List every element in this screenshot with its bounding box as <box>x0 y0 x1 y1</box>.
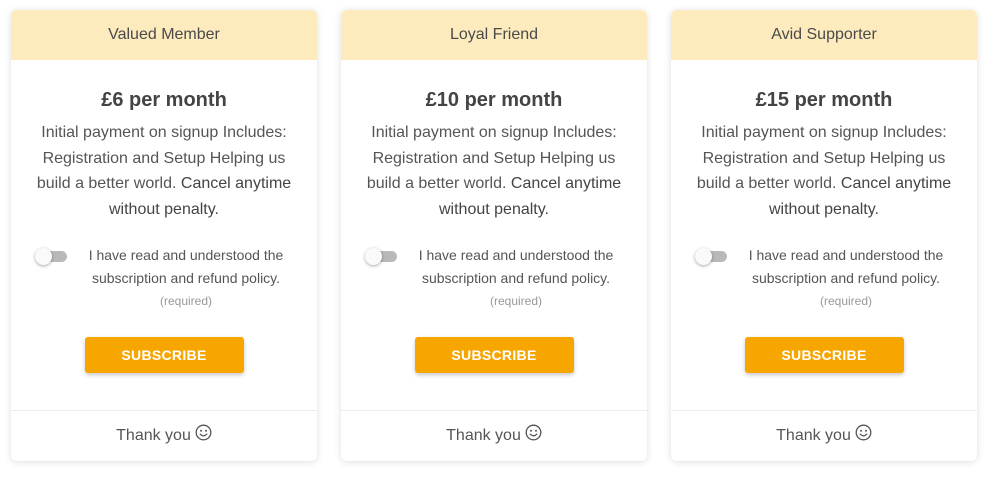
policy-text: I have read and understood the subscript… <box>88 247 284 286</box>
plan-footer: Thank you <box>341 410 647 461</box>
required-note: (required) <box>159 294 213 308</box>
plan-description: Initial payment on signup Includes: Regi… <box>361 120 627 222</box>
policy-agreement: I have read and understood the subscript… <box>691 244 957 312</box>
plan-body: £6 per month Initial payment on signup I… <box>11 88 317 373</box>
subscribe-button[interactable]: SUBSCRIBE <box>744 337 904 373</box>
policy-label: I have read and understood the subscript… <box>735 244 957 312</box>
plan-card-valued-member: Valued Member £6 per month Initial payme… <box>11 10 317 461</box>
policy-text: I have read and understood the subscript… <box>418 247 614 286</box>
policy-toggle[interactable] <box>695 248 727 265</box>
smiley-icon <box>855 424 872 446</box>
plan-title: Loyal Friend <box>341 10 647 60</box>
thank-you-text: Thank you <box>446 427 521 444</box>
policy-agreement: I have read and understood the subscript… <box>31 244 297 312</box>
plan-body: £15 per month Initial payment on signup … <box>671 88 977 373</box>
required-note: (required) <box>489 294 543 308</box>
required-note: (required) <box>819 294 873 308</box>
smiley-icon <box>525 424 542 446</box>
policy-agreement: I have read and understood the subscript… <box>361 244 627 312</box>
plan-title: Valued Member <box>11 10 317 60</box>
policy-label: I have read and understood the subscript… <box>405 244 627 312</box>
plan-title: Avid Supporter <box>671 10 977 60</box>
toggle-knob <box>695 248 712 265</box>
plan-body: £10 per month Initial payment on signup … <box>341 88 647 373</box>
thank-you-text: Thank you <box>776 427 851 444</box>
plan-footer: Thank you <box>671 410 977 461</box>
plan-price: £10 per month <box>425 89 563 111</box>
plan-description: Initial payment on signup Includes: Regi… <box>31 120 297 222</box>
subscribe-button[interactable]: SUBSCRIBE <box>84 337 244 373</box>
plan-card-avid-supporter: Avid Supporter £15 per month Initial pay… <box>671 10 977 461</box>
plan-footer: Thank you <box>11 410 317 461</box>
toggle-knob <box>35 248 52 265</box>
policy-label: I have read and understood the subscript… <box>75 244 297 312</box>
plan-card-loyal-friend: Loyal Friend £10 per month Initial payme… <box>341 10 647 461</box>
policy-text: I have read and understood the subscript… <box>748 247 944 286</box>
smiley-icon <box>195 424 212 446</box>
plan-price: £6 per month <box>101 89 227 111</box>
policy-toggle[interactable] <box>35 248 67 265</box>
plan-price: £15 per month <box>755 89 893 111</box>
policy-toggle[interactable] <box>365 248 397 265</box>
toggle-knob <box>365 248 382 265</box>
thank-you-text: Thank you <box>116 427 191 444</box>
pricing-cards: Valued Member £6 per month Initial payme… <box>0 0 995 482</box>
subscribe-button[interactable]: SUBSCRIBE <box>414 337 574 373</box>
plan-description: Initial payment on signup Includes: Regi… <box>691 120 957 222</box>
